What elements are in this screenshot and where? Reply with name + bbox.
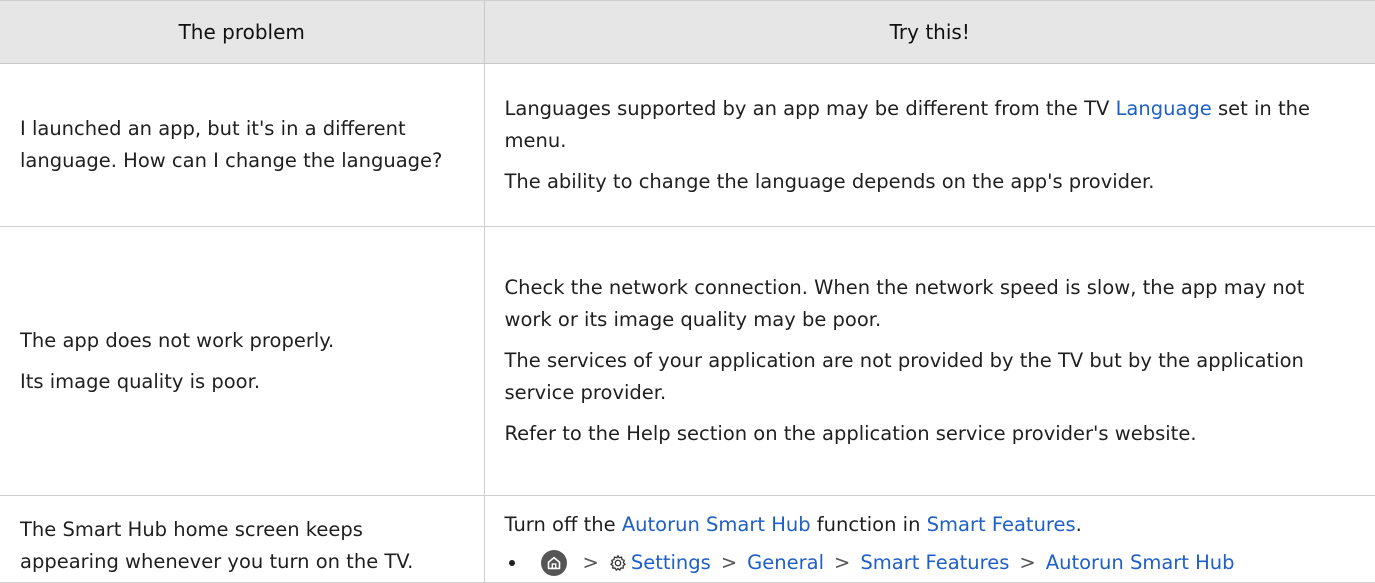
gear-icon: [609, 554, 627, 572]
troubleshooting-page: The problem Try this! I launched an app,…: [0, 0, 1375, 583]
problem-text: The Smart Hub home screen keeps appearin…: [20, 518, 414, 573]
troubleshooting-table: The problem Try this! I launched an app,…: [0, 0, 1375, 583]
solution-cell: Languages supported by an app may be dif…: [483, 63, 1375, 227]
solution-paragraph: Refer to the Help section on the applica…: [504, 422, 1197, 445]
solution-paragraph: The services of your application are not…: [504, 349, 1304, 404]
menu-path: > Settings > General > Smart Features > …: [505, 547, 1352, 579]
path-item-general[interactable]: General: [747, 547, 824, 579]
path-item-autorun-smart-hub[interactable]: Autorun Smart Hub: [1046, 547, 1235, 579]
solution-text: function in: [810, 512, 927, 536]
table-row: The app does not work properly. Its imag…: [0, 226, 1375, 496]
solution-paragraph: Languages supported by an app may be dif…: [505, 93, 1352, 157]
problem-text: The app does not work properly.: [20, 328, 335, 352]
path-separator: >: [834, 550, 851, 574]
solution-text: Turn off the: [504, 512, 622, 536]
smart-features-link[interactable]: Smart Features: [927, 513, 1076, 536]
table-header-row: The problem Try this!: [0, 0, 1375, 64]
table-row: I launched an app, but it's in a differe…: [0, 63, 1375, 227]
solution-text: .: [1075, 512, 1082, 536]
solution-cell: Turn off the Autorun Smart Hub function …: [483, 495, 1375, 583]
problem-cell: I launched an app, but it's in a differe…: [0, 63, 484, 227]
autorun-smart-hub-link[interactable]: Autorun Smart Hub: [622, 513, 811, 536]
column-header-problem: The problem: [0, 0, 484, 64]
path-separator: >: [582, 550, 599, 574]
path-separator: >: [1019, 550, 1036, 574]
solution-paragraph: Turn off the Autorun Smart Hub function …: [505, 509, 1352, 541]
column-header-solution: Try this!: [483, 0, 1375, 64]
bullet-icon: [508, 559, 515, 566]
language-setting-link[interactable]: Language: [1116, 97, 1212, 120]
path-separator: >: [720, 550, 738, 574]
solution-text: Languages supported by an app may be dif…: [504, 96, 1116, 120]
path-item-settings[interactable]: Settings: [631, 547, 711, 579]
solution-cell: Check the network connection. When the n…: [483, 226, 1375, 496]
problem-cell: The app does not work properly. Its imag…: [0, 226, 484, 496]
solution-paragraph: Check the network connection. When the n…: [504, 276, 1305, 331]
path-item-smart-features[interactable]: Smart Features: [860, 547, 1009, 579]
solution-paragraph: The ability to change the language depen…: [504, 169, 1155, 193]
table-row: The Smart Hub home screen keeps appearin…: [0, 495, 1375, 583]
home-icon[interactable]: [540, 549, 567, 576]
problem-text: Its image quality is poor.: [20, 369, 261, 393]
problem-text: I launched an app, but it's in a differe…: [20, 117, 443, 172]
problem-cell: The Smart Hub home screen keeps appearin…: [0, 495, 484, 583]
